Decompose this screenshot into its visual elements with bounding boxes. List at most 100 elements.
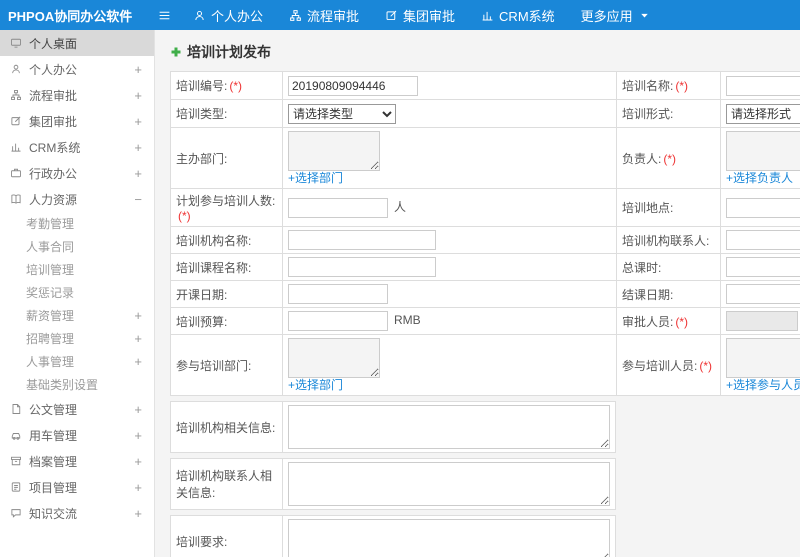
sidebar-item-1[interactable]: 个人办公 + (0, 56, 154, 82)
expand-marker: + (134, 139, 142, 155)
org-info-textarea[interactable] (288, 405, 610, 449)
sidebar-item-12[interactable]: 招聘管理 + (0, 327, 154, 350)
org-contact-cell (720, 226, 800, 254)
sidebar-item-5[interactable]: 行政办公 + (0, 160, 154, 186)
approver-input[interactable] (726, 311, 798, 331)
sidebar-item-label: 行政办公 (29, 166, 78, 181)
sidebar-item-label: 用车管理 (29, 428, 78, 443)
nav-item-1[interactable]: 流程审批 (276, 0, 372, 30)
training-mode-select[interactable]: 请选择形式 (726, 103, 800, 124)
sidebar-item-label: CRM系统 (29, 140, 81, 155)
edit-icon (10, 115, 22, 127)
select-dept-link[interactable]: +选择部门 (288, 171, 343, 185)
planned-count-input[interactable] (288, 197, 388, 218)
expand-marker: − (134, 191, 142, 207)
requirements-label: 培训要求: (170, 515, 283, 557)
sidebar-item-10[interactable]: 奖惩记录 (0, 281, 154, 304)
training-type-cell: 请选择类型 (282, 99, 617, 128)
user-icon (10, 63, 22, 75)
training-name-input[interactable] (726, 75, 800, 96)
end-date-input[interactable] (726, 284, 800, 304)
training-name-label: 培训名称: (*) (616, 71, 721, 100)
join-dept-select-link[interactable]: +选择部门 (288, 378, 343, 392)
sidebar-item-label: 考勤管理 (26, 217, 75, 231)
sidebar-item-label: 奖惩记录 (26, 286, 75, 300)
edit-icon (385, 9, 398, 22)
join-dept-textarea[interactable] (288, 338, 380, 378)
training-type-select[interactable]: 请选择类型 (288, 103, 396, 124)
requirements-textarea[interactable] (288, 519, 610, 557)
expand-marker: + (134, 113, 142, 129)
sidebar-item-label: 人事合同 (26, 240, 75, 254)
planned-count-label: 计划参与培训人数:(*) (170, 188, 283, 227)
sidebar-item-7[interactable]: 考勤管理 (0, 212, 154, 235)
nav-item-3[interactable]: CRM系统 (468, 0, 568, 30)
select-leader-link[interactable]: +选择负责人 (726, 171, 793, 185)
sidebar-item-11[interactable]: 薪资管理 + (0, 304, 154, 327)
join-people-cell: +选择参与人员 (720, 334, 800, 396)
sidebar-item-3[interactable]: 集团审批 + (0, 108, 154, 134)
org-contact-info-row: 培训机构联系人相关信息: (170, 458, 616, 510)
nav-item-label: 更多应用 (580, 8, 633, 24)
expand-marker: + (134, 61, 142, 77)
menu-toggle[interactable] (148, 0, 180, 30)
topbar-nav: 个人办公 流程审批 集团审批 CRM系统 更多应用 (180, 0, 664, 30)
training-form: 培训编号:(*) 培训名称:(*) 培训类型: 请选择类型 培训形式: 请选择形… (170, 71, 800, 396)
approver-cell: +选择审批人员 (720, 307, 800, 335)
briefcase-icon (10, 167, 22, 179)
leader-textarea[interactable] (726, 131, 800, 171)
sidebar-item-6[interactable]: 人力资源 − (0, 186, 154, 212)
training-type-label: 培训类型: (170, 99, 283, 128)
sidebar-item-4[interactable]: CRM系统 + (0, 134, 154, 160)
sidebar-item-0[interactable]: 个人桌面 (0, 30, 154, 56)
course-name-cell (282, 253, 617, 281)
sidebar-item-label: 薪资管理 (26, 309, 75, 323)
sidebar-item-label: 流程审批 (29, 88, 78, 103)
doc-icon (10, 403, 22, 415)
sidebar-item-2[interactable]: 流程审批 + (0, 82, 154, 108)
app-logo: PHPOA协同办公软件 (8, 8, 133, 24)
sidebar-item-15[interactable]: 公文管理 + (0, 396, 154, 422)
nav-item-0[interactable]: 个人办公 (180, 0, 276, 30)
sidebar-item-9[interactable]: 培训管理 (0, 258, 154, 281)
org-info-label: 培训机构相关信息: (170, 401, 283, 453)
org-name-input[interactable] (288, 230, 436, 250)
org-info-row: 培训机构相关信息: (170, 401, 616, 453)
nav-item-label: 流程审批 (307, 8, 360, 24)
location-input[interactable] (726, 197, 800, 218)
org-contact-info-textarea[interactable] (288, 462, 610, 506)
budget-cell: RMB (282, 307, 617, 335)
sidebar-item-16[interactable]: 用车管理 + (0, 422, 154, 448)
budget-input[interactable] (288, 311, 388, 331)
sidebar-item-19[interactable]: 知识交流 + (0, 500, 154, 526)
join-people-select-link[interactable]: +选择参与人员 (726, 378, 800, 392)
sidebar-item-17[interactable]: 档案管理 + (0, 448, 154, 474)
training-code-input[interactable] (288, 75, 418, 96)
caret-down-icon (638, 9, 651, 22)
sidebar-item-13[interactable]: 人事管理 + (0, 350, 154, 373)
course-name-input[interactable] (288, 257, 436, 277)
join-people-label: 参与培训人员: (*) (616, 334, 721, 396)
project-icon (10, 481, 22, 493)
sidebar-item-14[interactable]: 基础类别设置 (0, 373, 154, 396)
start-date-input[interactable] (288, 284, 388, 304)
nav-item-2[interactable]: 集团审批 (372, 0, 468, 30)
chat-icon (10, 507, 22, 519)
course-name-label: 培训课程名称: (170, 253, 283, 281)
leader-cell: +选择负责人 (720, 127, 800, 189)
chart-icon (481, 9, 494, 22)
nav-item-4[interactable]: 更多应用 (568, 0, 664, 30)
main-content: 培训计划发布 培训编号:(*) 培训名称:(*) 培训类型: 请选择类型 培训形… (156, 30, 800, 557)
archive-icon (10, 455, 22, 467)
org-contact-input[interactable] (726, 230, 800, 250)
expand-marker: + (134, 331, 142, 346)
org-contact-info-label: 培训机构联系人相关信息: (170, 458, 283, 510)
sidebar-item-8[interactable]: 人事合同 (0, 235, 154, 258)
total-hours-input[interactable] (726, 257, 800, 277)
expand-marker: + (134, 505, 142, 521)
sidebar-item-18[interactable]: 项目管理 + (0, 474, 154, 500)
host-dept-textarea[interactable] (288, 131, 380, 171)
sidebar: 个人桌面 个人办公 + 流程审批 + 集团审批 + CRM系统 + 行政办公 + 人力资源 − 考勤管理人… (0, 30, 155, 557)
start-date-label: 开课日期: (170, 280, 283, 308)
join-people-textarea[interactable] (726, 338, 800, 378)
